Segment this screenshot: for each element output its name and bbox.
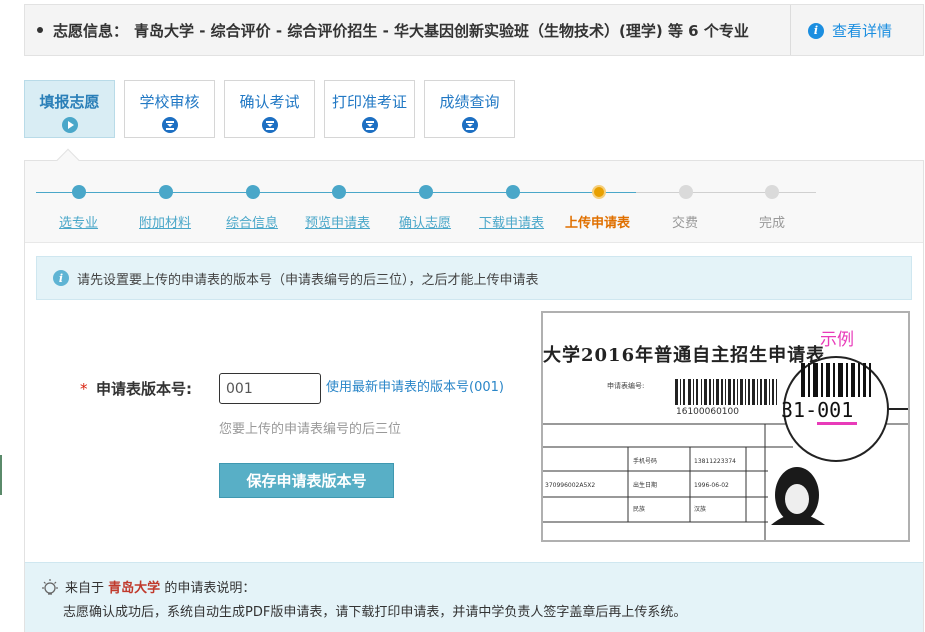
step-dot — [159, 185, 173, 199]
info-label: 志愿信息： — [53, 21, 129, 40]
tab-school-review[interactable]: 学校审核 — [124, 80, 215, 138]
form-instructions: 来自于 青岛大学 的申请表说明： 志愿确认成功后，系统自动生成PDF版申请表，请… — [25, 562, 923, 632]
bullet-icon — [37, 27, 43, 33]
lightbulb-icon — [42, 579, 58, 595]
tab-print-admission-ticket[interactable]: 打印准考证 — [324, 80, 415, 138]
school-name: 青岛大学 — [108, 581, 161, 596]
from-suffix: 的申请表说明： — [164, 581, 256, 596]
tab-label: 打印准考证 — [331, 93, 407, 111]
step-dot — [506, 185, 520, 199]
step-comprehensive-info[interactable]: 综合信息 — [226, 212, 278, 231]
step-upload-form: 上传申请表 — [565, 216, 631, 231]
left-edge-marker — [0, 455, 2, 495]
photo-silhouette — [768, 463, 858, 525]
application-info-bar: 志愿信息： 青岛大学 - 综合评价 - 综合评价招生 - 华大基因创新实验班（生… — [24, 4, 924, 56]
hourglass-icon — [461, 117, 478, 133]
hourglass-icon — [361, 117, 378, 133]
divider — [790, 5, 791, 55]
tab-confirm-exam[interactable]: 确认考试 — [224, 80, 315, 138]
version-hint: 您要上传的申请表编号的后三位 — [219, 422, 402, 437]
tab-fill-application[interactable]: 填报志愿 — [24, 80, 115, 138]
step-select-major[interactable]: 选专业 — [59, 212, 98, 231]
tab-score-query[interactable]: 成绩查询 — [424, 80, 515, 138]
progress-line-remaining — [636, 192, 816, 193]
highlight-underline — [817, 422, 857, 425]
hourglass-icon — [261, 117, 278, 133]
version-notice: i 请先设置要上传的申请表的版本号（申请表编号的后三位），之后才能上传申请表 — [36, 256, 912, 300]
tab-label: 学校审核 — [139, 93, 200, 111]
info-programs: 青岛大学 - 综合评价 - 综合评价招生 - 华大基因创新实验班（生物技术）(理… — [134, 21, 749, 40]
save-version-button[interactable]: 保存申请表版本号 — [219, 463, 394, 498]
view-details-link[interactable]: i 查看详情 — [808, 20, 892, 41]
barcode-number: 16100060100 — [676, 407, 739, 417]
table-cell: 汉族 — [694, 505, 706, 513]
table-cell: 1996-06-02 — [694, 482, 729, 489]
table-cell: 370996002A5X2 — [545, 482, 595, 489]
version-input[interactable] — [219, 373, 321, 404]
info-icon: i — [53, 270, 69, 286]
required-mark: * — [80, 380, 88, 398]
instructions-text: 志愿确认成功后，系统自动生成PDF版申请表，请下载打印申请表，并请中学负责人签字… — [63, 605, 687, 620]
version-label: 申请表版本号: — [96, 380, 192, 398]
step-dot-current — [592, 185, 606, 199]
table-cell: 13811223374 — [694, 458, 736, 465]
step-download-form[interactable]: 下载申请表 — [479, 212, 544, 231]
tab-label: 成绩查询 — [439, 93, 500, 111]
step-progress: 选专业 附加材料 综合信息 预览申请表 确认志愿 下载申请表 上传申请表 交费 … — [25, 161, 923, 243]
barcode-graphic — [675, 379, 777, 405]
table-cell: 手机号码 — [633, 457, 657, 465]
sample-form-drawing: 16100060100 手机号码 13811223374 出生日期 1996-0… — [543, 356, 908, 540]
step-dot — [246, 185, 260, 199]
hourglass-icon — [161, 117, 178, 133]
info-icon: i — [808, 22, 824, 39]
table-cell: 出生日期 — [633, 481, 657, 489]
step-dot — [419, 185, 433, 199]
step-dot — [72, 185, 86, 199]
use-latest-version-link[interactable]: 使用最新申请表的版本号(001) — [326, 376, 504, 395]
notice-text: 请先设置要上传的申请表的版本号（申请表编号的后三位），之后才能上传申请表 — [77, 272, 539, 288]
instructions-source: 来自于 青岛大学 的申请表说明： — [65, 577, 255, 596]
table-cell: 民族 — [633, 505, 645, 513]
step-additional-materials[interactable]: 附加材料 — [139, 212, 191, 231]
view-details-label: 查看详情 — [832, 22, 893, 40]
step-preview-form[interactable]: 预览申请表 — [305, 212, 370, 231]
sample-form-image: 大学2016年普通自主招生申请表 示例 申请表编号: 16100060100 手… — [541, 311, 910, 542]
step-dot-todo — [679, 185, 693, 199]
step-dot-todo — [765, 185, 779, 199]
step-payment: 交费 — [672, 216, 699, 231]
step-dot — [332, 185, 346, 199]
from-prefix: 来自于 — [65, 581, 105, 596]
magnified-code: 31-001 — [781, 398, 853, 422]
step-confirm-application[interactable]: 确认志愿 — [399, 212, 451, 231]
tab-label: 填报志愿 — [39, 93, 100, 111]
play-icon — [61, 117, 78, 133]
step-complete: 完成 — [759, 216, 786, 231]
tab-label: 确认考试 — [239, 93, 300, 111]
